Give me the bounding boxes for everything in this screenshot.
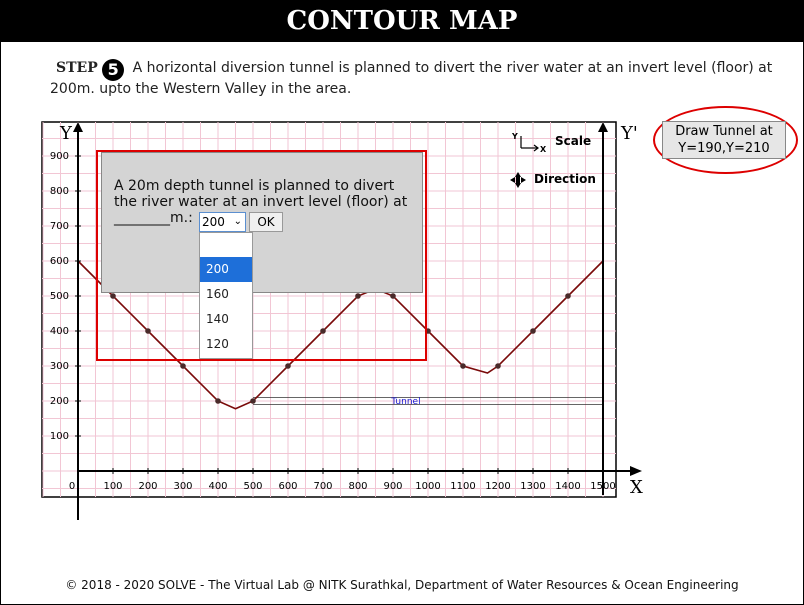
draw-tunnel-button[interactable]: Draw Tunnel at Y=190,Y=210 [662, 121, 786, 159]
svg-text:X: X [540, 145, 547, 154]
x-tick-label: 400 [208, 481, 227, 492]
x-tick-label: 600 [278, 481, 297, 492]
y-tick-label: 600 [50, 256, 69, 267]
y-tick-label: 100 [50, 431, 69, 442]
x-tick-label: 1100 [450, 481, 475, 492]
x-tick-label: 1500 [590, 481, 615, 492]
invert-level-select[interactable]: 200 ⌄ [199, 212, 246, 232]
y-tick-label: 700 [50, 221, 69, 232]
y-axis-label: Y [59, 123, 73, 144]
x-tick-label: 1200 [485, 481, 510, 492]
x-axis-arrow-icon [630, 466, 642, 476]
x-tick-label: 200 [138, 481, 157, 492]
svg-text:Y: Y [511, 132, 518, 141]
profile-marker [530, 328, 536, 334]
dialog-text-line2: the river water at an invert level (floo… [114, 194, 408, 210]
y-tick-label: 900 [50, 151, 69, 162]
profile-marker [285, 363, 291, 369]
select-option[interactable]: 120 [200, 332, 252, 357]
draw-tunnel-label-line2: Y=190,Y=210 [678, 141, 770, 156]
select-option[interactable]: 160 [200, 282, 252, 307]
select-option[interactable]: 200 [200, 257, 252, 282]
x-tick-label: 1000 [415, 481, 440, 492]
x-tick-label: 1300 [520, 481, 545, 492]
profile-marker [215, 398, 221, 404]
dialog-text-line1: A 20m depth tunnel is planned to divert [114, 178, 395, 194]
y-prime-label: Y' [620, 123, 638, 144]
ok-button[interactable]: OK [249, 212, 283, 232]
y-tick-label: 800 [50, 186, 69, 197]
x-tick-label: 800 [348, 481, 367, 492]
draw-tunnel-label-line1: Draw Tunnel at [675, 124, 773, 139]
y-tick-label: 200 [50, 396, 69, 407]
profile-marker [180, 363, 186, 369]
profile-marker [565, 293, 571, 299]
origin-label: 0 [69, 481, 75, 492]
y-tick-label: 500 [50, 291, 69, 302]
select-dropdown-list: 200 160 140 120 [199, 232, 253, 359]
chevron-down-icon: ⌄ [233, 216, 242, 227]
profile-marker [250, 398, 256, 404]
x-axis-label: X [630, 477, 643, 498]
profile-marker [460, 363, 466, 369]
x-tick-label: 1400 [555, 481, 580, 492]
select-value: 200 [202, 215, 225, 229]
x-tick-label: 500 [243, 481, 262, 492]
y-tick-label: 300 [50, 361, 69, 372]
tunnel-label: Tunnel [390, 397, 420, 407]
x-tick-label: 100 [103, 481, 122, 492]
x-tick-label: 300 [173, 481, 192, 492]
footer-copyright: © 2018 - 2020 SOLVE - The Virtual Lab @ … [65, 578, 739, 592]
direction-label: Direction [534, 172, 596, 186]
x-tick-label: 900 [383, 481, 402, 492]
y-tick-label: 400 [50, 326, 69, 337]
select-option[interactable]: 140 [200, 307, 252, 332]
profile-marker [495, 363, 501, 369]
x-tick-label: 700 [313, 481, 332, 492]
scale-label: Scale [555, 134, 591, 148]
